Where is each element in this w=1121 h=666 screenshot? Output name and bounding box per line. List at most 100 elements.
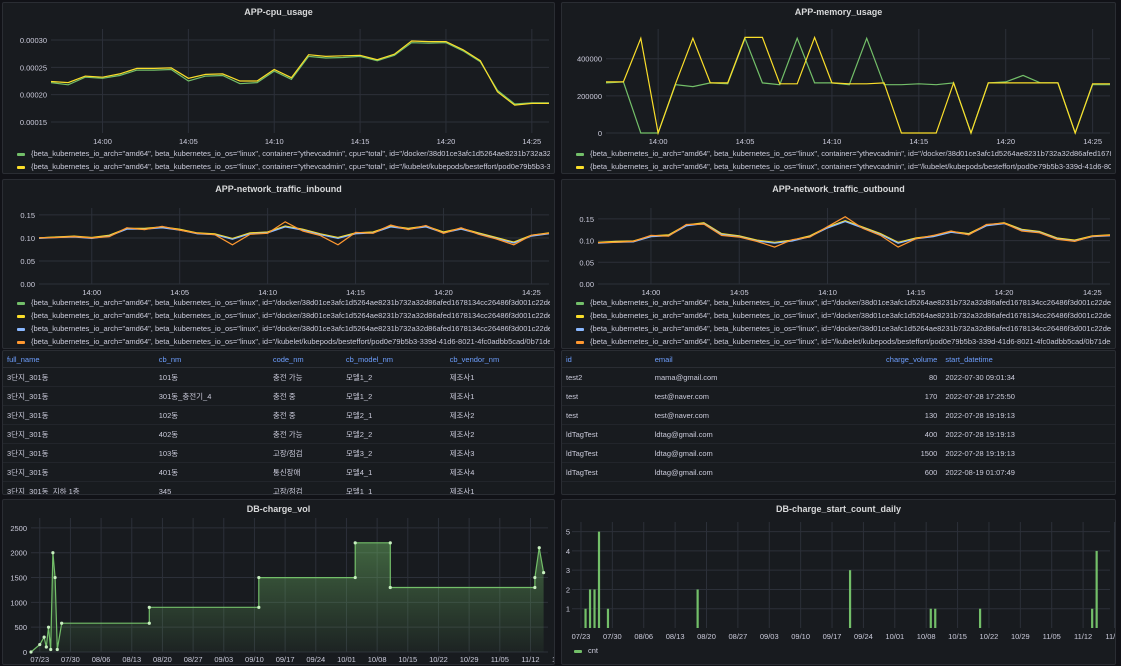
legend-swatch [17, 327, 25, 331]
x-tick-label: 14:25 [522, 137, 541, 146]
table-row[interactable]: test test@naver.com 170 2022-07-28 17:25:50 [562, 386, 1115, 406]
x-tick-label: 10/22 [429, 655, 448, 664]
table-cell: 2022-07-28 19:19:13 [941, 424, 1115, 444]
table-cell: 301동_충전기_4 [154, 386, 269, 406]
table-row[interactable]: 3단지_301동_지하 1층 345 고장/점검 모델1_1 제조사1 [3, 481, 554, 494]
table-row[interactable]: 3단지_301동 101동 충전 가능 모델1_2 제조사1 [3, 367, 554, 387]
x-tick-label: 09/17 [276, 655, 295, 664]
x-tick-label: 14:10 [823, 137, 842, 146]
legend-item[interactable]: cnt [574, 644, 1111, 657]
x-tick-label: 07/23 [572, 632, 591, 641]
x-tick-label: 14:00 [649, 137, 668, 146]
data-point [46, 625, 51, 629]
y-tick-label: 0.10 [20, 234, 35, 243]
legend-item[interactable]: {beta_kubernetes_io_arch="amd64", beta_k… [576, 296, 1111, 309]
table-row[interactable]: ldTagTest ldtag@gmail.com 600 2022-08-19 01… [562, 462, 1115, 482]
table-cell: test@naver.com [650, 386, 809, 406]
table-row[interactable]: test2 mama@gmail.com 80 2022-07-30 09:01:34 [562, 367, 1115, 387]
x-tick-label: 09/10 [245, 655, 264, 664]
table-row[interactable]: ldTagTest ldtag@gmail.com 1500 2022-07-28 1… [562, 443, 1115, 463]
legend-label: {beta_kubernetes_io_arch="amd64", beta_k… [590, 311, 1111, 320]
bar [978, 608, 982, 628]
table-cell: 2022-07-28 17:25:50 [941, 386, 1115, 406]
x-tick-label: 07/30 [61, 655, 80, 664]
x-tick-label: 14:20 [996, 137, 1015, 146]
bar [696, 589, 699, 628]
data-point [388, 541, 392, 545]
x-tick-label: 10/15 [398, 655, 417, 664]
table-row[interactable]: 3단지_301동 401동 통신장애 모델4_1 제조사4 [3, 462, 554, 482]
table-cell: ldtag@gmail.com [650, 462, 809, 482]
column-header[interactable]: code_nm [268, 351, 342, 368]
bar [597, 531, 601, 628]
legend-item[interactable]: {beta_kubernetes_io_arch="amd64", beta_k… [576, 322, 1111, 335]
table-row[interactable]: 3단지_301동 102동 충전 중 모델2_1 제조사2 [3, 405, 554, 425]
data-point [55, 647, 59, 652]
column-header[interactable]: email [650, 351, 809, 368]
legend-item[interactable]: {beta_kubernetes_io_arch="amd64", beta_k… [576, 309, 1111, 322]
column-header[interactable]: cb_model_nm [341, 351, 446, 368]
x-tick-label: 09/03 [760, 632, 779, 641]
legend-item[interactable]: {beta_kubernetes_io_arch="amd64", beta_k… [17, 322, 550, 335]
x-tick-label: 08/20 [153, 655, 172, 664]
column-header[interactable]: full_name [3, 351, 155, 368]
x-tick-label: 08/06 [634, 632, 653, 641]
table-cell: 제조사1 [445, 367, 554, 387]
legend-item[interactable]: {beta_kubernetes_io_arch="amd64", beta_k… [17, 160, 550, 173]
table-cell: test@naver.com [650, 405, 809, 425]
y-tick-label: 1 [566, 605, 570, 614]
y-tick-label: 0.00025 [20, 63, 47, 72]
legend-item[interactable]: {beta_kubernetes_io_arch="amd64", beta_k… [576, 160, 1111, 173]
series-line [38, 221, 550, 246]
legend-item[interactable]: {beta_kubernetes_io_arch="amd64", beta_k… [17, 147, 550, 160]
column-header[interactable]: start_datetime [941, 351, 1115, 368]
x-tick-label: 11/12 [521, 655, 539, 664]
x-tick-label: 10/08 [917, 632, 936, 641]
x-tick-label: 14:15 [351, 137, 370, 146]
legend-label: {beta_kubernetes_io_arch="amd64", beta_k… [590, 162, 1111, 171]
table-cell: 고장/점검 [268, 481, 342, 494]
x-tick-label: 08/27 [728, 632, 747, 641]
column-header[interactable]: cb_nm [154, 351, 269, 368]
y-tick-label: 0.05 [20, 257, 35, 266]
legend-item[interactable]: {beta_kubernetes_io_arch="amd64", beta_k… [17, 309, 550, 322]
x-tick-label: 14:10 [265, 137, 284, 146]
cpu-legend: {beta_kubernetes_io_arch="amd64", beta_k… [17, 147, 550, 173]
legend-item[interactable]: {beta_kubernetes_io_arch="amd64", beta_k… [576, 335, 1111, 348]
data-point [42, 635, 46, 639]
table-row[interactable]: ldTagTest ldtag@gmail.com 400 2022-07-28 19… [562, 424, 1115, 444]
y-tick-label: 400000 [577, 55, 602, 64]
table-row[interactable]: 3단지_301동 103동 고장/점검 모델3_2 제조사3 [3, 443, 554, 463]
y-tick-label: 1500 [10, 574, 27, 583]
table-row[interactable]: 3단지_301동 301동_충전기_4 충전 중 모델1_2 제조사1 [3, 386, 554, 406]
table-row[interactable]: test test@naver.com 130 2022-07-28 19:19:13 [562, 405, 1115, 425]
series-line [605, 36, 1110, 135]
panel-network-outbound: APP-network_traffic_outbound 0.00 0.05 0.1… [561, 179, 1116, 349]
table-cell: ldTagTest [562, 462, 651, 482]
table-cell: 3단지_301동 [3, 462, 155, 482]
x-tick-label: 10/15 [948, 632, 967, 641]
bar [848, 570, 852, 628]
memory-usage-chart: 0 200000 400000 14:00 14:05 14:10 14:15 14:20 14… [577, 29, 1110, 146]
table-cell: test [562, 405, 651, 425]
data-point [257, 575, 261, 580]
x-tick-label: 11/19 [552, 655, 555, 664]
bar [593, 589, 596, 628]
legend-item[interactable]: {beta_kubernetes_io_arch="amd64", beta_k… [17, 296, 550, 309]
table-row[interactable]: 3단지_301동 402동 충전 가능 모델2_2 제조사2 [3, 424, 554, 444]
table-cell: 충전 가능 [268, 424, 342, 444]
legend-label: {beta_kubernetes_io_arch="amd64", beta_k… [590, 149, 1111, 158]
table-cell: 고장/점검 [268, 443, 342, 463]
data-point [257, 605, 261, 609]
x-tick-label: 08/13 [122, 655, 141, 664]
y-tick-label: 0.00015 [20, 118, 47, 127]
data-point [533, 575, 537, 580]
table-cell: 3단지_301동_지하 1층 [3, 481, 155, 494]
column-header[interactable]: cb_vendor_nm [445, 351, 554, 368]
table-cell: 모델2_2 [341, 424, 446, 444]
column-header[interactable]: id [562, 351, 651, 368]
legend-item[interactable]: {beta_kubernetes_io_arch="amd64", beta_k… [576, 147, 1111, 160]
column-header[interactable]: charge_volume [808, 351, 942, 368]
table-cell: 모델1_2 [341, 386, 446, 406]
legend-item[interactable]: {beta_kubernetes_io_arch="amd64", beta_k… [17, 335, 550, 348]
